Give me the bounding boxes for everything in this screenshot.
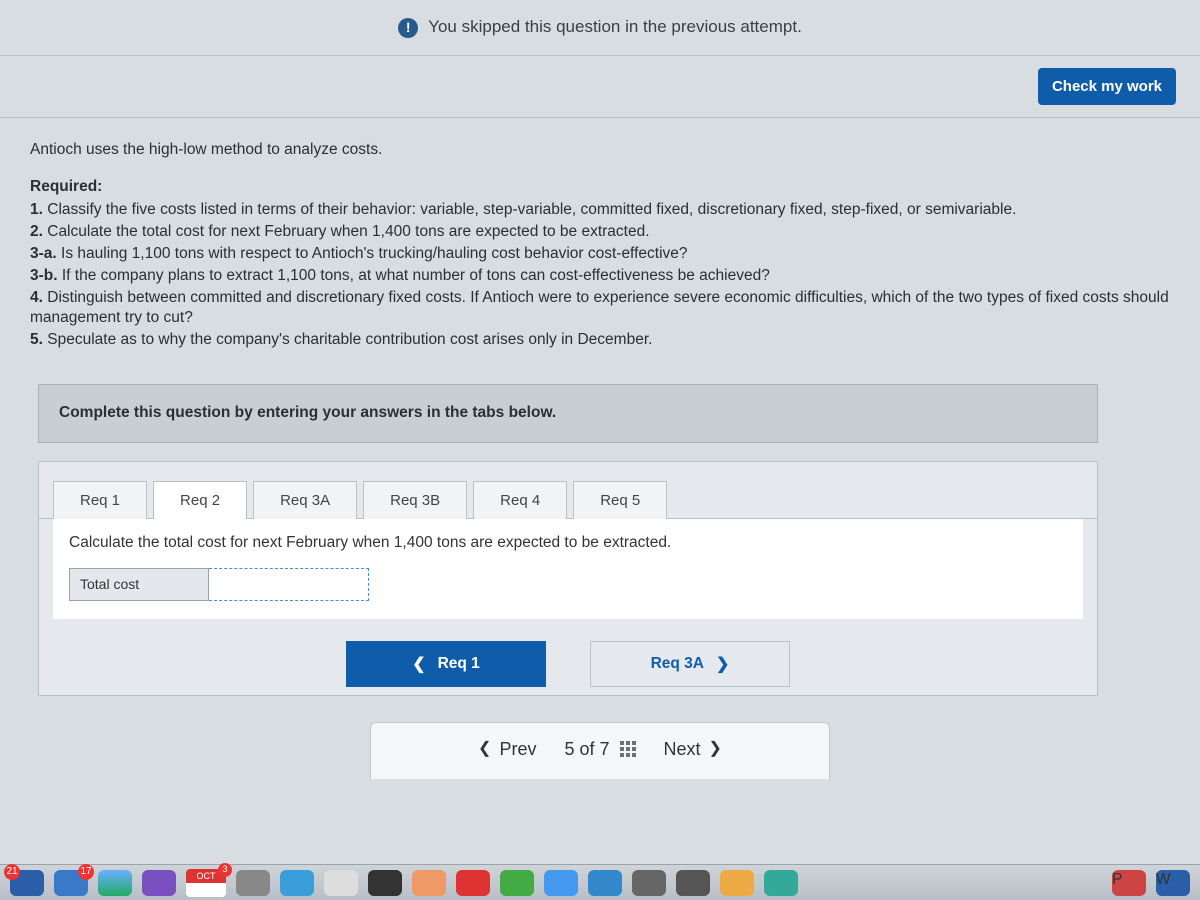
req-prev-button[interactable]: ❮ Req 1 xyxy=(346,641,546,687)
badge-icon: 3 xyxy=(218,863,232,877)
tab-bar: Req 1 Req 2 Req 3A Req 3B Req 4 Req 5 xyxy=(39,462,1097,519)
question-next-button[interactable]: Next ❯ xyxy=(664,737,722,761)
answer-card: Req 1 Req 2 Req 3A Req 3B Req 4 Req 5 Ca… xyxy=(38,461,1098,696)
question-counter: 5 of 7 xyxy=(564,737,635,761)
req-next-label: Req 3A xyxy=(651,655,704,673)
chevron-right-icon: ❯ xyxy=(716,654,729,674)
question-nav: ❮ Prev 5 of 7 Next ❯ xyxy=(370,722,830,779)
tab-req3a[interactable]: Req 3A xyxy=(253,481,357,519)
dock-item[interactable]: 17 xyxy=(54,870,88,896)
dock-item[interactable] xyxy=(764,870,798,896)
dock-item[interactable] xyxy=(368,870,402,896)
chevron-right-icon: ❯ xyxy=(709,738,722,760)
tab-req5[interactable]: Req 5 xyxy=(573,481,667,519)
dock-item[interactable] xyxy=(676,870,710,896)
dock-item[interactable] xyxy=(412,870,446,896)
tab-req4[interactable]: Req 4 xyxy=(473,481,567,519)
dock-item[interactable] xyxy=(324,870,358,896)
dock-item[interactable]: W xyxy=(1156,870,1190,896)
total-cost-row: Total cost xyxy=(69,568,1067,601)
exclamation-icon: ! xyxy=(398,18,418,38)
problem-statement: Antioch uses the high-low method to anal… xyxy=(0,118,1200,366)
dock-item[interactable] xyxy=(236,870,270,896)
question-prev-label: Prev xyxy=(499,737,536,761)
dock-item[interactable] xyxy=(456,870,490,896)
required-list: 1. Classify the five costs listed in ter… xyxy=(30,200,1170,351)
dock-item[interactable] xyxy=(500,870,534,896)
skipped-text: You skipped this question in the previou… xyxy=(428,16,802,39)
dock-item[interactable] xyxy=(632,870,666,896)
chevron-left-icon: ❮ xyxy=(412,654,425,674)
dock-item[interactable]: 21 xyxy=(10,870,44,896)
question-prev-button[interactable]: ❮ Prev xyxy=(478,737,536,761)
dock-item[interactable] xyxy=(588,870,622,896)
question-next-label: Next xyxy=(664,737,701,761)
problem-intro: Antioch uses the high-low method to anal… xyxy=(30,140,1170,161)
check-my-work-button[interactable]: Check my work xyxy=(1038,68,1176,105)
tab-prompt: Calculate the total cost for next Februa… xyxy=(69,533,1067,554)
skipped-notice: ! You skipped this question in the previ… xyxy=(0,0,1200,56)
dock-item[interactable] xyxy=(98,870,132,896)
tab-req1[interactable]: Req 1 xyxy=(53,481,147,519)
instruction-box: Complete this question by entering your … xyxy=(38,384,1098,443)
badge-icon: 21 xyxy=(4,864,20,880)
required-label: Required: xyxy=(30,177,1170,198)
dock-item[interactable] xyxy=(544,870,578,896)
macos-dock: 21 17 OCT 3 P W xyxy=(0,864,1200,900)
tab-panel: Calculate the total cost for next Februa… xyxy=(53,519,1083,619)
tab-req2[interactable]: Req 2 xyxy=(153,481,247,519)
req-prev-label: Req 1 xyxy=(438,655,480,673)
dock-calendar[interactable]: OCT 3 xyxy=(186,869,226,897)
chevron-left-icon: ❮ xyxy=(478,738,491,760)
dock-item[interactable] xyxy=(280,870,314,896)
question-counter-text: 5 of 7 xyxy=(564,737,609,761)
dock-item[interactable]: P xyxy=(1112,870,1146,896)
badge-icon: 17 xyxy=(78,864,94,880)
tab-req3b[interactable]: Req 3B xyxy=(363,481,467,519)
grid-icon[interactable] xyxy=(620,741,636,757)
req-nav: ❮ Req 1 Req 3A ❯ xyxy=(39,641,1097,691)
toolbar: Check my work xyxy=(0,56,1200,118)
total-cost-input[interactable] xyxy=(209,568,369,601)
dock-item[interactable] xyxy=(142,870,176,896)
total-cost-label: Total cost xyxy=(69,568,209,601)
dock-item[interactable] xyxy=(720,870,754,896)
req-next-button[interactable]: Req 3A ❯ xyxy=(590,641,790,687)
